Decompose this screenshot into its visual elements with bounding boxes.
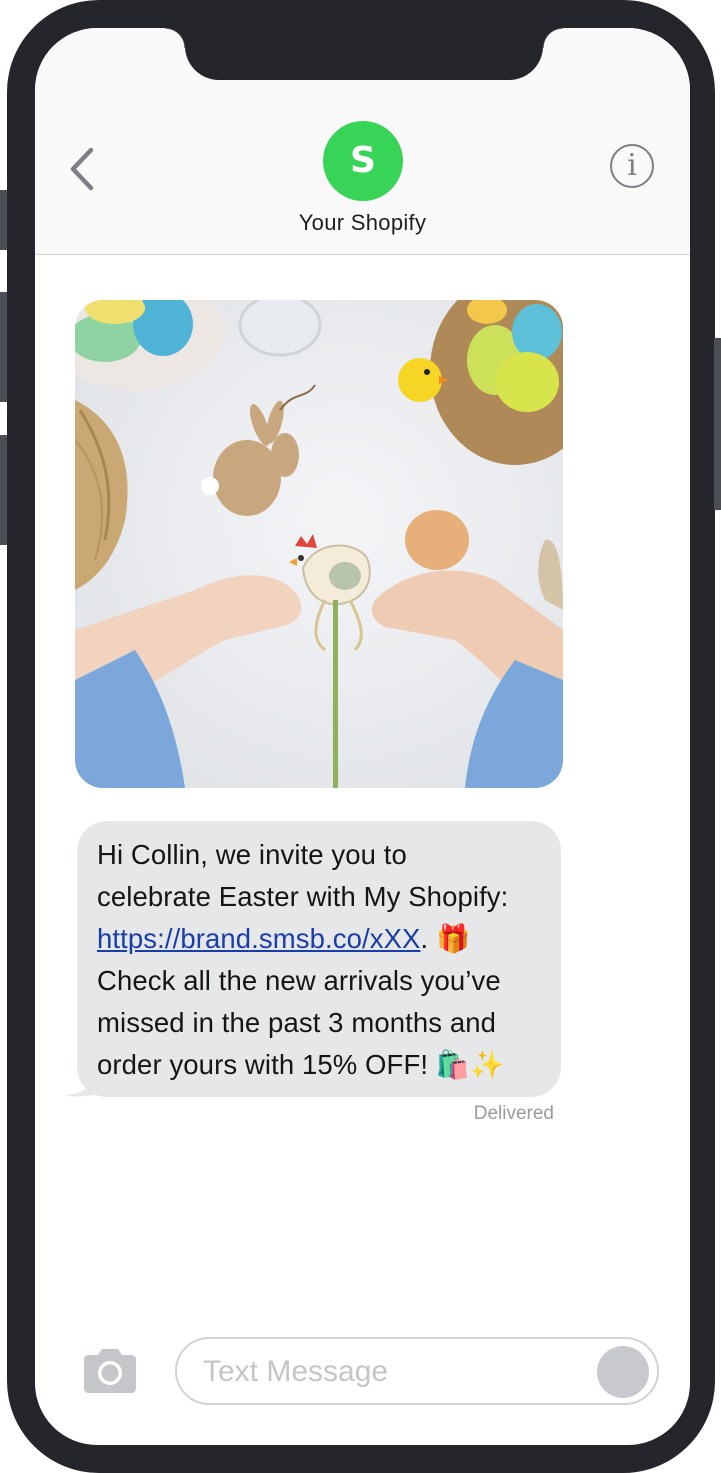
message-link[interactable]: https://brand.smsb.co/xXX (97, 923, 420, 954)
message-line-5: missed in the past 3 months and (97, 1007, 497, 1038)
message-line-2: celebrate Easter with My Shopify: (97, 881, 509, 912)
phone-screen: S Your Shopify i Hi Collin, we invite yo… (35, 28, 690, 1445)
power-button (714, 338, 721, 510)
volume-down-button (0, 435, 7, 545)
gift-emoji: 🎁 (435, 923, 471, 954)
volume-up-button (0, 292, 7, 402)
text-message-input[interactable] (201, 1347, 585, 1397)
shopping-sparkles-emoji: 🛍️✨ (435, 1049, 505, 1080)
delivery-status: Delivered (473, 1103, 554, 1124)
message-link-period: . (420, 923, 429, 954)
message-line-6: order yours with 15% OFF! 🛍️✨ (97, 1044, 545, 1086)
notch (165, 28, 563, 80)
info-circle-icon[interactable]: i (610, 144, 654, 188)
chevron-left-icon[interactable] (65, 144, 105, 194)
mute-switch (0, 190, 7, 250)
camera-icon[interactable] (80, 1346, 140, 1396)
message-image[interactable] (75, 300, 563, 788)
contact-avatar[interactable]: S (323, 121, 403, 201)
message-composer (175, 1337, 659, 1405)
contact-name[interactable]: Your Shopify (35, 210, 690, 236)
message-line-6-text: order yours with 15% OFF! (97, 1049, 429, 1080)
message-line-4: Check all the new arrivals you’ve (97, 965, 501, 996)
message-line-3: https://brand.smsb.co/xXX. 🎁 (97, 918, 545, 960)
send-icon[interactable] (597, 1346, 649, 1398)
message-line-1: Hi Collin, we invite you to (97, 839, 407, 870)
message-bubble[interactable]: Hi Collin, we invite you to celebrate Ea… (77, 821, 561, 1097)
